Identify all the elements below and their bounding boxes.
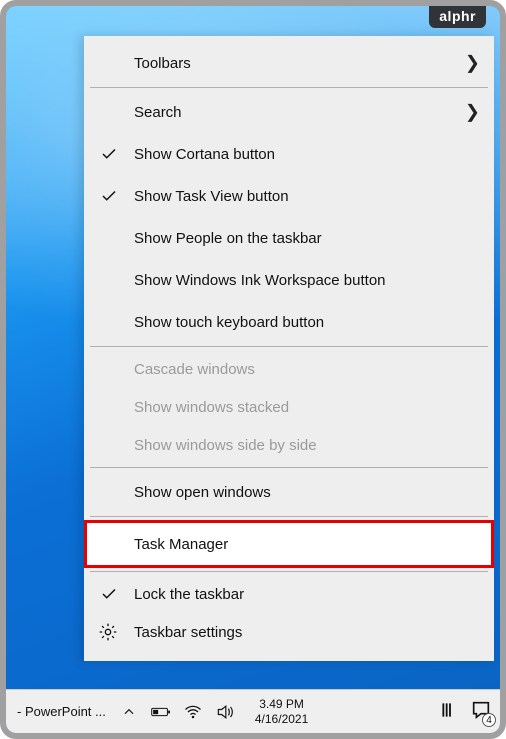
menu-item-label: Toolbars	[134, 55, 191, 72]
clock-date: 4/16/2021	[255, 712, 308, 726]
chevron-right-icon: ❯	[465, 102, 480, 123]
menu-item-show-ink[interactable]: Show Windows Ink Workspace button	[84, 259, 494, 301]
menu-item-search[interactable]: Search ❯	[84, 91, 494, 133]
menu-item-label: Search	[134, 104, 182, 121]
menu-item-show-task-view[interactable]: Show Task View button	[84, 175, 494, 217]
menu-item-toolbars[interactable]: Toolbars ❯	[84, 42, 494, 84]
wifi-icon[interactable]	[183, 702, 203, 722]
divider	[90, 467, 488, 468]
menu-item-side-by-side: Show windows side by side	[84, 426, 494, 464]
menu-item-label: Show windows stacked	[134, 399, 289, 416]
menu-item-stacked: Show windows stacked	[84, 388, 494, 426]
taskbar-app-powerpoint[interactable]: - PowerPoint ...	[12, 703, 111, 720]
menu-item-label: Show touch keyboard button	[134, 314, 324, 331]
menu-item-label: Task Manager	[134, 536, 228, 553]
watermark-alphr: alphr	[429, 6, 486, 28]
system-tray[interactable]: 3.49 PM 4/16/2021	[119, 690, 308, 733]
check-icon	[100, 585, 118, 603]
menu-item-label: Show Windows Ink Workspace button	[134, 272, 386, 289]
app-icon-generic[interactable]	[440, 700, 460, 723]
battery-icon[interactable]	[151, 702, 171, 722]
menu-item-taskbar-settings[interactable]: Taskbar settings	[84, 613, 494, 651]
chevron-right-icon: ❯	[465, 53, 480, 74]
divider	[90, 346, 488, 347]
volume-icon[interactable]	[215, 702, 235, 722]
menu-item-label: Show Task View button	[134, 188, 289, 205]
divider	[90, 516, 488, 517]
menu-item-show-open[interactable]: Show open windows	[84, 471, 494, 513]
menu-item-label: Lock the taskbar	[134, 586, 244, 603]
menu-item-show-people[interactable]: Show People on the taskbar	[84, 217, 494, 259]
check-icon	[100, 187, 118, 205]
menu-item-label: Show People on the taskbar	[134, 230, 322, 247]
menu-item-label: Show open windows	[134, 484, 271, 501]
taskbar[interactable]: - PowerPoint ... 3.49 PM 4/16/2021	[6, 689, 500, 733]
menu-item-lock-taskbar[interactable]: Lock the taskbar	[84, 575, 494, 613]
menu-item-label: Cascade windows	[134, 361, 255, 378]
menu-item-task-manager[interactable]: Task Manager	[84, 520, 494, 568]
divider	[90, 571, 488, 572]
menu-item-show-cortana[interactable]: Show Cortana button	[84, 133, 494, 175]
divider	[90, 87, 488, 88]
taskbar-context-menu: Toolbars ❯ Search ❯ Show Cortana button …	[84, 36, 494, 661]
notification-badge: 4	[482, 713, 496, 727]
menu-item-label: Show windows side by side	[134, 437, 317, 454]
gear-icon	[98, 622, 118, 642]
menu-item-show-touch-kb[interactable]: Show touch keyboard button	[84, 301, 494, 343]
menu-item-label: Taskbar settings	[134, 624, 242, 641]
taskbar-clock[interactable]: 3.49 PM 4/16/2021	[255, 697, 308, 726]
tray-overflow-icon[interactable]	[119, 702, 139, 722]
check-icon	[100, 145, 118, 163]
menu-item-cascade: Cascade windows	[84, 350, 494, 388]
clock-time: 3.49 PM	[259, 697, 304, 711]
menu-item-label: Show Cortana button	[134, 146, 275, 163]
action-center-icon[interactable]: 4	[470, 699, 492, 724]
